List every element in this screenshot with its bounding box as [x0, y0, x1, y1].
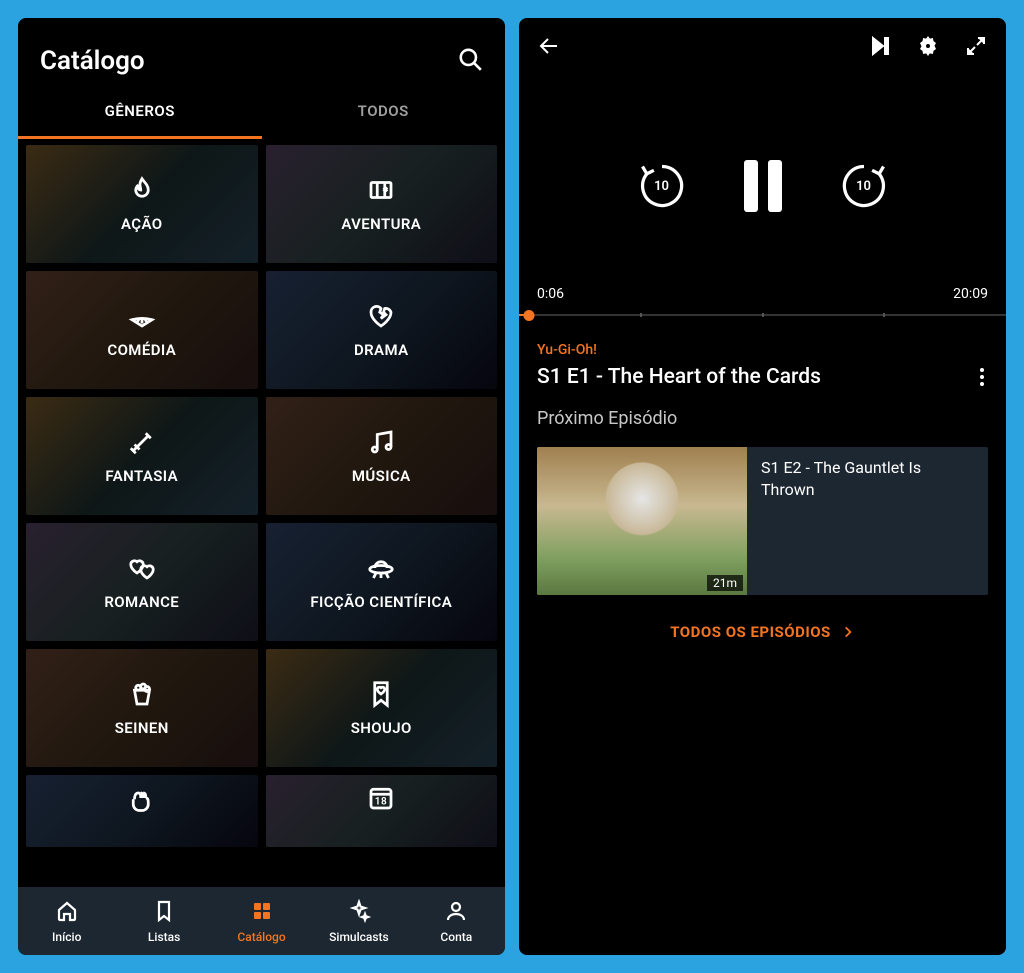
- episode-title: S1 E1 - The Heart of the Cards: [537, 365, 821, 389]
- genre-label: MÚSICA: [352, 467, 411, 485]
- map-icon: [366, 175, 396, 209]
- tab-all[interactable]: TODOS: [262, 86, 506, 139]
- grid-icon: [250, 899, 274, 926]
- catalog-screen: Catálogo GÊNEROS TODOS AÇÃO AVENTURA COMÉD…: [18, 18, 505, 955]
- music-icon: [366, 427, 396, 461]
- calendar-icon: 18: [366, 783, 396, 817]
- back-icon[interactable]: [537, 34, 561, 62]
- fullscreen-icon[interactable]: [964, 34, 988, 62]
- genre-card-bookmark-heart[interactable]: SHOUJO: [266, 649, 498, 767]
- genre-card[interactable]: [26, 775, 258, 847]
- player-topbar: [519, 18, 1006, 66]
- ufo-icon: [366, 553, 396, 587]
- hearts-icon: [127, 553, 157, 587]
- next-episode-duration: 21m: [707, 575, 743, 591]
- nav-label: Simulcasts: [329, 930, 389, 944]
- tab-genres[interactable]: GÊNEROS: [18, 86, 262, 139]
- home-icon: [55, 899, 79, 926]
- next-episode-title: S1 E2 - The Gauntlet Is Thrown: [747, 447, 988, 595]
- settings-icon[interactable]: [916, 34, 940, 62]
- bookmark-heart-icon: [366, 679, 396, 713]
- fist-icon: [127, 783, 157, 817]
- nav-label: Catálogo: [237, 930, 285, 944]
- sparkle-icon: [347, 899, 371, 926]
- next-episode-thumbnail: 21m: [537, 447, 747, 595]
- nav-home[interactable]: Início: [18, 887, 115, 955]
- time-row: 0:06 20:09: [519, 286, 1006, 302]
- genre-card-map[interactable]: AVENTURA: [266, 145, 498, 263]
- fire-icon: [127, 175, 157, 209]
- search-icon[interactable]: [457, 46, 483, 76]
- popcorn-icon: [127, 679, 157, 713]
- genre-card[interactable]: 18: [266, 775, 498, 847]
- time-elapsed: 0:06: [537, 286, 564, 302]
- genre-label: SEINEN: [115, 719, 169, 737]
- genre-card-sword[interactable]: FANTASIA: [26, 397, 258, 515]
- account-icon: [444, 899, 468, 926]
- genre-label: ROMANCE: [104, 593, 179, 611]
- forward-seconds: 10: [856, 179, 871, 194]
- nav-bookmark[interactable]: Listas: [115, 887, 212, 955]
- page-title: Catálogo: [40, 46, 145, 76]
- catalog-header: Catálogo: [18, 18, 505, 86]
- player-screen: 10 10 0:06 20:09 Yu-Gi-Oh! S1 E1 - The H…: [519, 18, 1006, 955]
- svg-text:18: 18: [375, 796, 387, 807]
- series-name[interactable]: Yu-Gi-Oh!: [537, 342, 988, 358]
- nav-sparkle[interactable]: Simulcasts: [310, 887, 407, 955]
- genre-card-ufo[interactable]: FICÇÃO CIENTÍFICA: [266, 523, 498, 641]
- nav-label: Início: [52, 930, 81, 944]
- bottom-nav: Início Listas Catálogo Simulcasts Conta: [18, 887, 505, 955]
- fan-icon: [127, 301, 157, 335]
- nav-label: Listas: [148, 930, 180, 944]
- genre-list[interactable]: AÇÃO AVENTURA COMÉDIA DRAMA FANTASIA MÚSICA RO…: [18, 139, 505, 887]
- pause-button[interactable]: [744, 160, 782, 212]
- more-options-icon[interactable]: [976, 364, 988, 390]
- rewind-10-button[interactable]: 10: [636, 160, 688, 212]
- time-total: 20:09: [953, 286, 988, 302]
- all-episodes-button[interactable]: TODOS OS EPISÓDIOS: [519, 623, 1006, 641]
- chevron-right-icon: [841, 625, 855, 639]
- seek-bar[interactable]: [519, 306, 1006, 324]
- genre-card-hearts[interactable]: ROMANCE: [26, 523, 258, 641]
- skip-next-icon[interactable]: [868, 34, 892, 62]
- sword-icon: [127, 427, 157, 461]
- genre-card-music[interactable]: MÚSICA: [266, 397, 498, 515]
- nav-grid[interactable]: Catálogo: [213, 887, 310, 955]
- forward-10-button[interactable]: 10: [838, 160, 890, 212]
- genre-card-fire[interactable]: AÇÃO: [26, 145, 258, 263]
- genre-label: SHOUJO: [351, 719, 412, 737]
- genre-label: DRAMA: [354, 341, 409, 359]
- next-episode-label: Próximo Episódio: [537, 408, 988, 429]
- player-controls: 10 10: [519, 86, 1006, 286]
- genre-tabs: GÊNEROS TODOS: [18, 86, 505, 139]
- nav-label: Conta: [440, 930, 472, 944]
- nav-account[interactable]: Conta: [408, 887, 505, 955]
- genre-label: AÇÃO: [121, 215, 163, 233]
- broken-heart-icon: [366, 301, 396, 335]
- genre-label: FANTASIA: [105, 467, 178, 485]
- next-episode-card[interactable]: 21m S1 E2 - The Gauntlet Is Thrown: [537, 447, 988, 595]
- bookmark-icon: [152, 899, 176, 926]
- all-episodes-label: TODOS OS EPISÓDIOS: [670, 623, 831, 641]
- genre-label: AVENTURA: [341, 215, 421, 233]
- genre-card-broken-heart[interactable]: DRAMA: [266, 271, 498, 389]
- genre-label: FICÇÃO CIENTÍFICA: [310, 593, 452, 611]
- genre-card-popcorn[interactable]: SEINEN: [26, 649, 258, 767]
- rewind-seconds: 10: [654, 179, 669, 194]
- genre-card-fan[interactable]: COMÉDIA: [26, 271, 258, 389]
- genre-label: COMÉDIA: [107, 341, 176, 359]
